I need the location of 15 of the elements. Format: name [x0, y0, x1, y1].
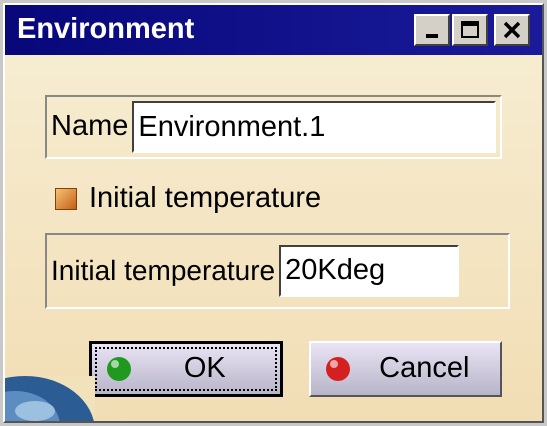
checkbox-label: Initial temperature	[89, 181, 322, 216]
dialog-button[interactable]: Cancel	[308, 340, 502, 396]
maximize-button[interactable]	[452, 14, 488, 46]
close-icon	[502, 21, 522, 39]
name-field[interactable]: Environment.1	[132, 101, 496, 153]
temperature-field[interactable]: 20Kdeg	[279, 244, 460, 296]
checkbox[interactable]	[55, 188, 77, 210]
name-label: Name	[51, 109, 128, 144]
temperature-label: Initial temperature	[51, 254, 276, 288]
minimize-icon	[426, 34, 438, 38]
maximize-icon	[460, 20, 480, 40]
window-title: Environment	[17, 12, 196, 48]
close-button[interactable]	[494, 14, 530, 46]
minimize-button[interactable]	[414, 14, 450, 46]
dialog-button[interactable]: OK	[89, 340, 283, 396]
